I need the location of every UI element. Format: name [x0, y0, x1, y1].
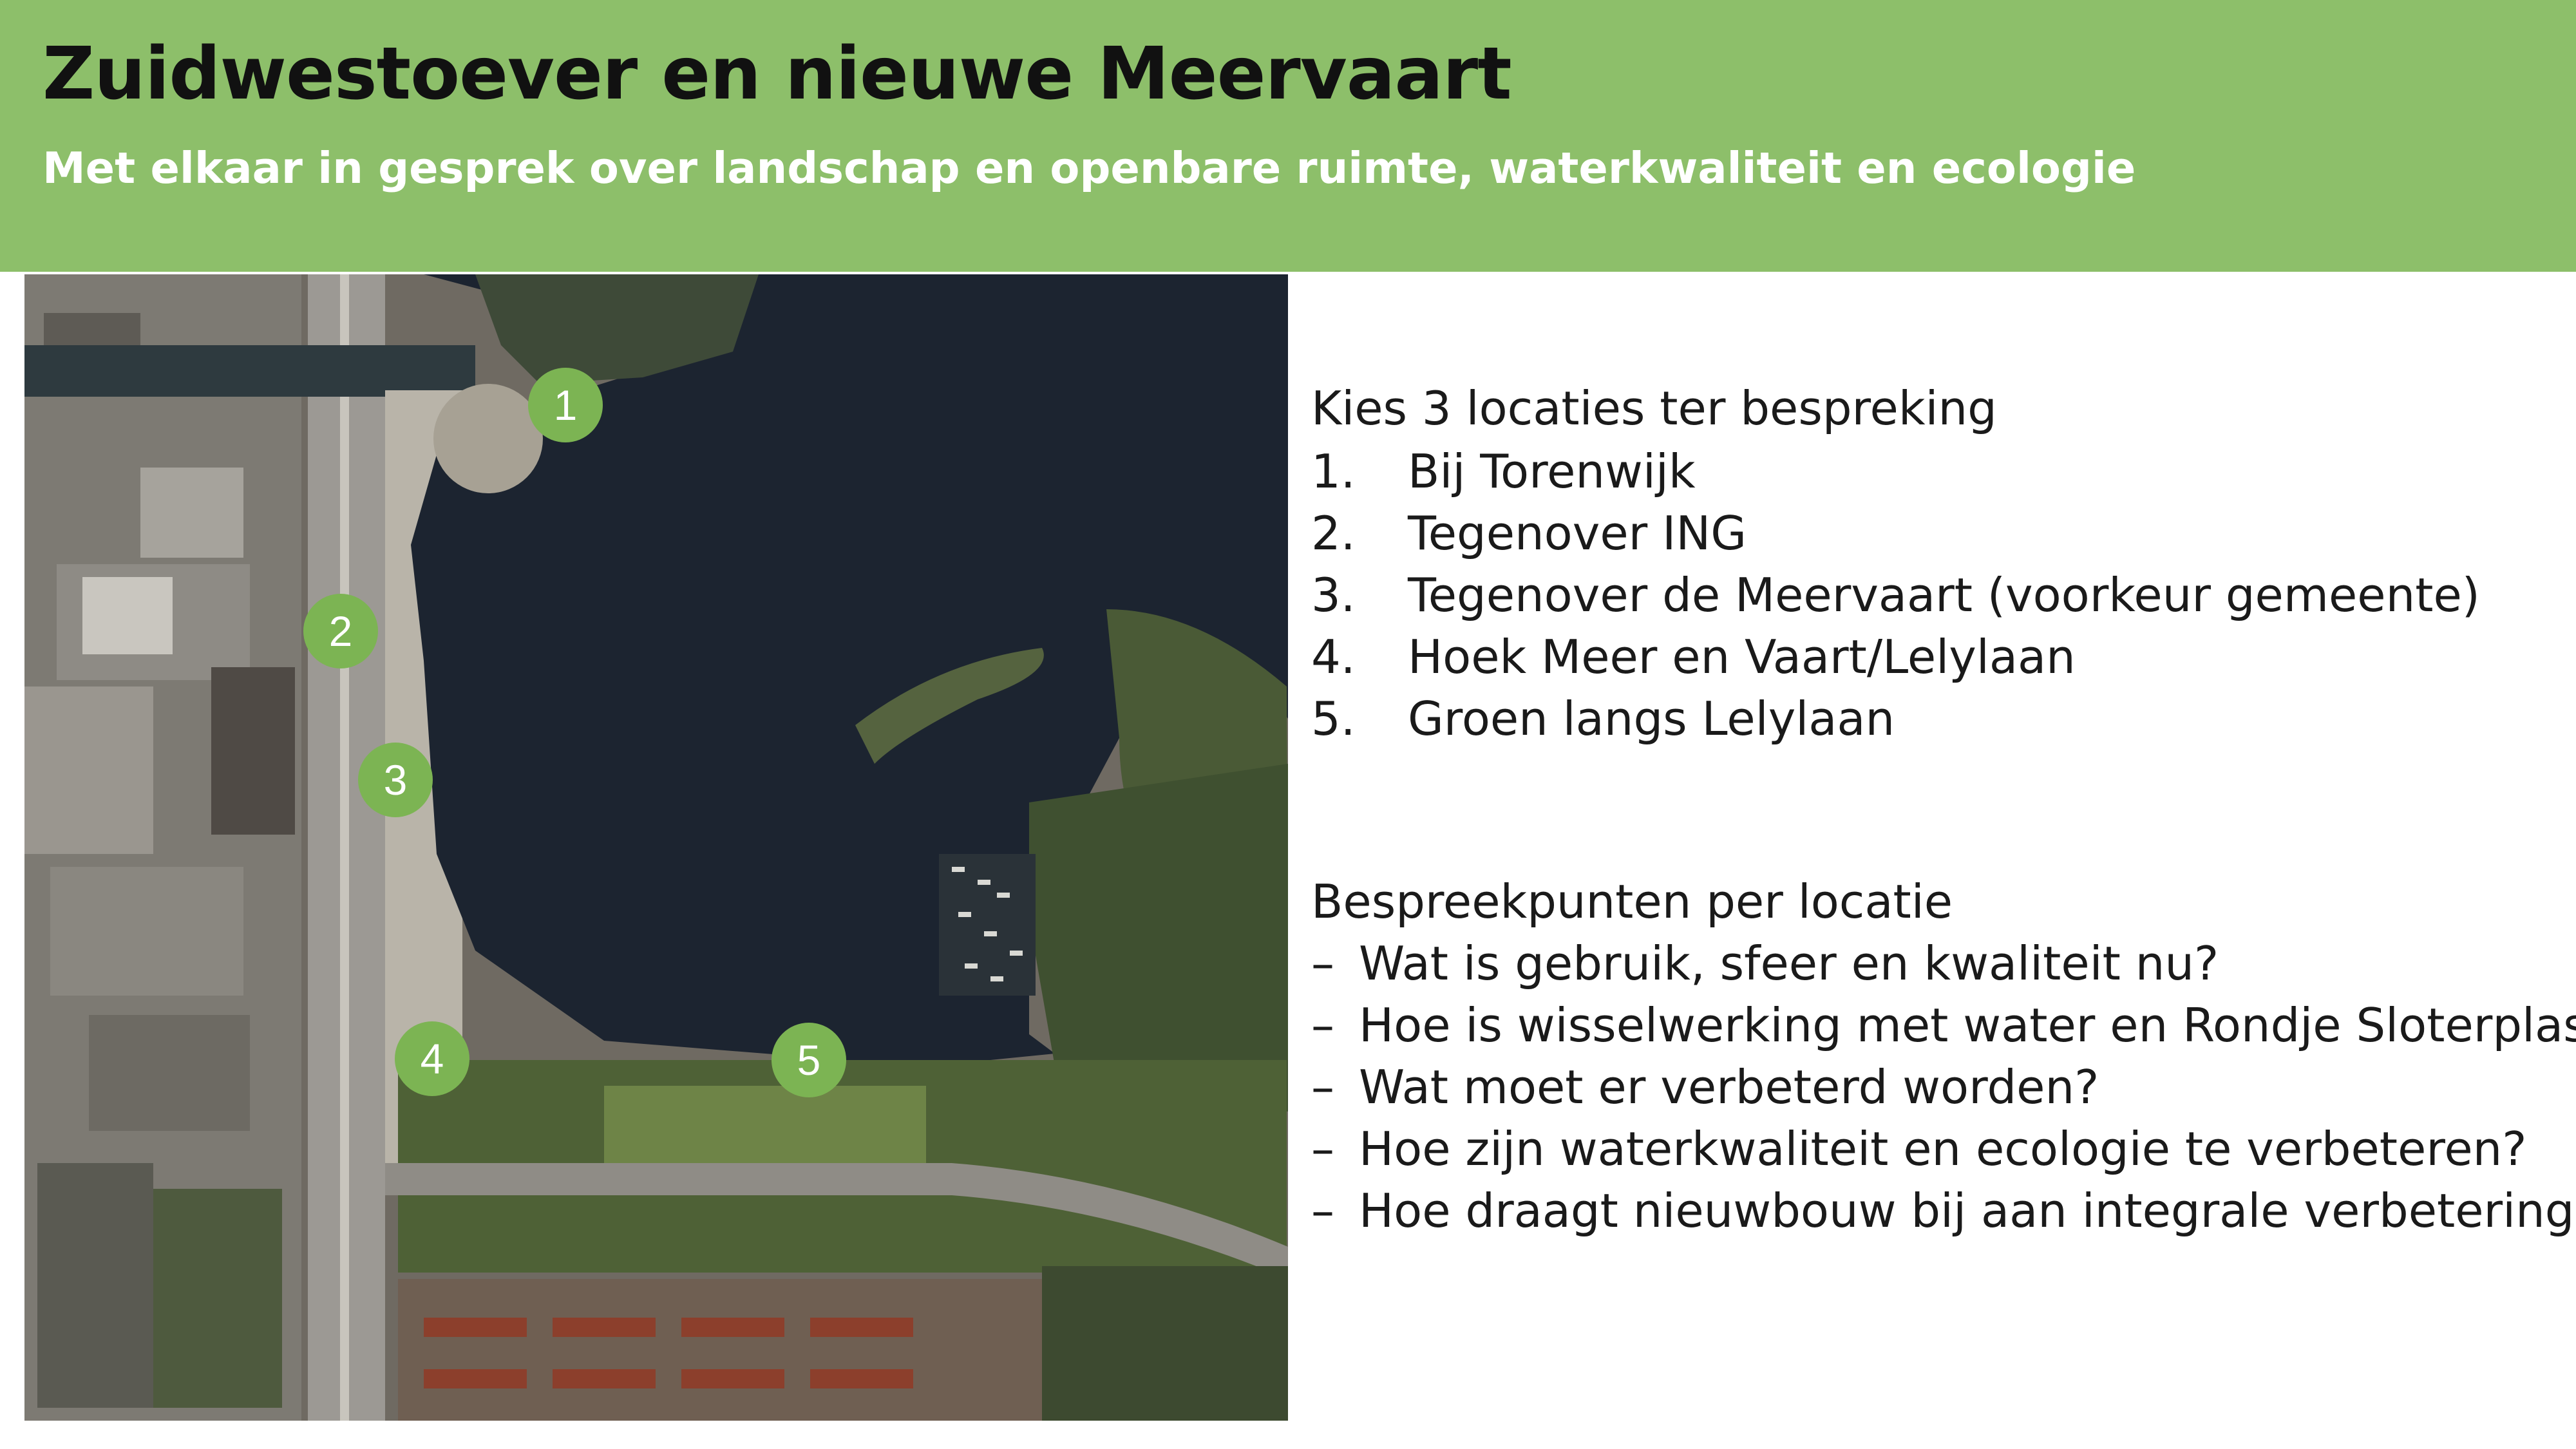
location-label-1: Bij Torenwijk: [1408, 444, 1696, 498]
location-label-5: Groen langs Lelylaan: [1408, 692, 1895, 746]
locations-heading: Kies 3 locaties ter bespreking: [1311, 381, 1997, 435]
bullet-dash: –: [1311, 1184, 1334, 1238]
location-number-5: 5.: [1311, 692, 1356, 746]
map-marker-4[interactable]: 4: [395, 1021, 469, 1096]
bullet-dash: –: [1311, 936, 1334, 990]
location-number-4: 4.: [1311, 630, 1356, 684]
discussion-point-4: Hoe zijn waterkwaliteit en ecologie te v…: [1359, 1122, 2527, 1176]
location-number-3: 3.: [1311, 568, 1356, 622]
map-marker-1[interactable]: 1: [528, 368, 603, 442]
location-number-2: 2.: [1311, 506, 1356, 560]
discussion-point-2: Hoe is wisselwerking met water en Rondje…: [1359, 998, 2576, 1052]
discussion-heading: Bespreekpunten per locatie: [1311, 875, 1953, 929]
page-title: Zuidwestoever en nieuwe Meervaart: [43, 32, 1512, 116]
location-label-3: Tegenover de Meervaart (voorkeur gemeent…: [1408, 568, 2480, 622]
bullet-dash: –: [1311, 1122, 1334, 1176]
discussion-point-3: Wat moet er verbeterd worden?: [1359, 1060, 2099, 1114]
aerial-photo: [24, 274, 1288, 1421]
map-marker-3[interactable]: 3: [358, 743, 433, 817]
location-label-4: Hoek Meer en Vaart/Lelylaan: [1408, 630, 2076, 684]
page-subtitle: Met elkaar in gesprek over landschap en …: [43, 143, 2136, 193]
location-number-1: 1.: [1311, 444, 1356, 498]
map-marker-2[interactable]: 2: [303, 594, 378, 668]
discussion-point-1: Wat is gebruik, sfeer en kwaliteit nu?: [1359, 936, 2219, 990]
header-banner: Zuidwestoever en nieuwe Meervaart Met el…: [0, 0, 2576, 272]
location-label-2: Tegenover ING: [1408, 506, 1747, 560]
bullet-dash: –: [1311, 1060, 1334, 1114]
map-marker-5[interactable]: 5: [772, 1023, 846, 1097]
aerial-map: 1 2 3 4 5: [24, 274, 1288, 1421]
bullet-dash: –: [1311, 998, 1334, 1052]
discussion-point-5: Hoe draagt nieuwbouw bij aan integrale v…: [1359, 1184, 2576, 1238]
